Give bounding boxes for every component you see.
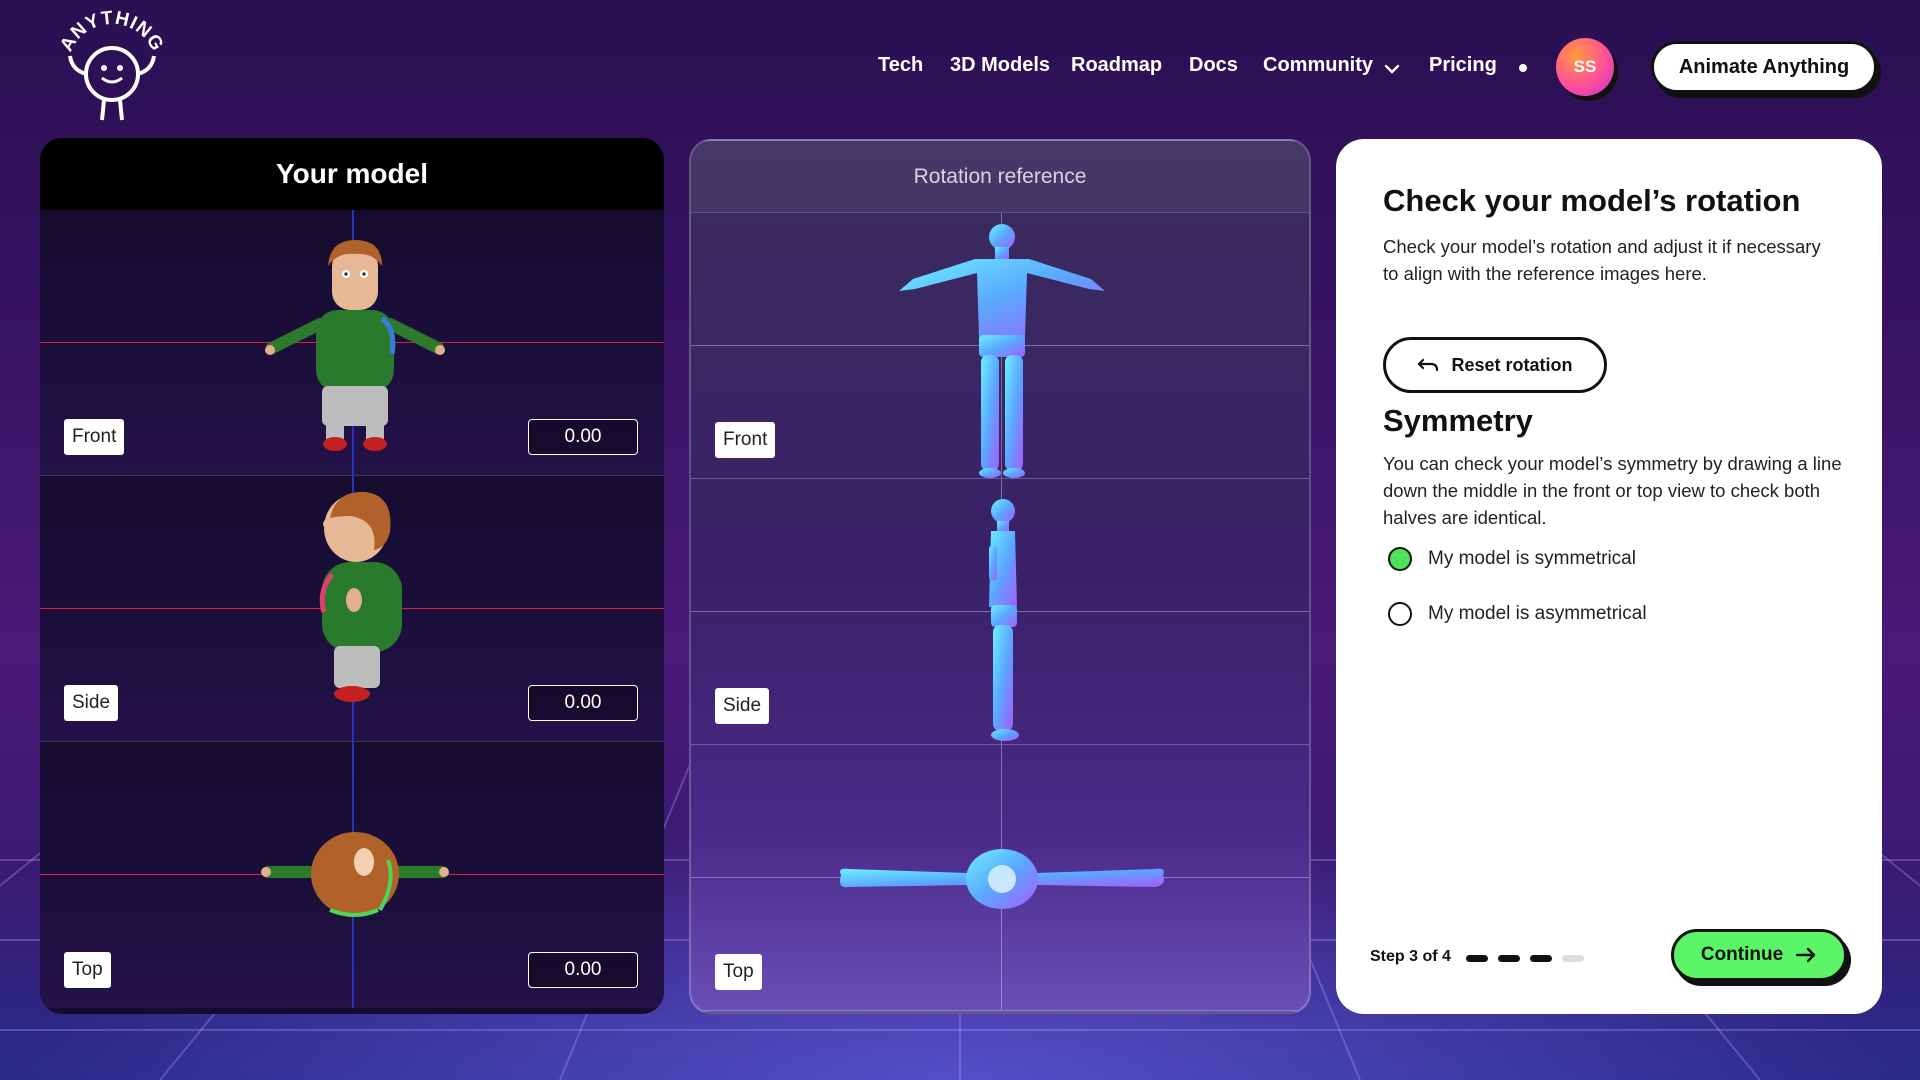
view-label-top: Top (715, 954, 762, 990)
step-dash (1530, 955, 1552, 962)
panel-title: Your model (40, 138, 664, 210)
step-dash (1466, 955, 1488, 962)
step-dash (1498, 955, 1520, 962)
nav-roadmap[interactable]: Roadmap (1071, 54, 1162, 77)
panel-title: Rotation reference (691, 141, 1309, 213)
radio-option-asymmetrical[interactable]: My model is asymmetrical (1388, 602, 1647, 626)
avatar-initials: SS (1573, 57, 1597, 76)
reset-rotation-button[interactable]: Reset rotation (1383, 337, 1607, 393)
model-view-top[interactable]: Top 0.00 (40, 742, 664, 1008)
reference-front-figure (899, 224, 1105, 478)
rotation-heading: Check your model’s rotation (1383, 183, 1801, 218)
rotation-instructions-panel: Check your model’s rotation Check your m… (1336, 139, 1882, 1014)
reference-side-figure (989, 499, 1019, 741)
view-label-front: Front (64, 419, 125, 455)
arrow-right-icon (1795, 947, 1816, 963)
radio-label: My model is symmetrical (1428, 548, 1636, 569)
reference-view-top: Top (691, 745, 1309, 1011)
view-label-side: Side (715, 688, 770, 724)
nav-tech[interactable]: Tech (878, 54, 923, 77)
rotation-input-top[interactable]: 0.00 (528, 952, 638, 988)
character-top-figure (261, 832, 449, 917)
step-progress (1466, 955, 1584, 962)
nav-3d-models[interactable]: 3D Models (950, 54, 1050, 77)
nav-community[interactable]: Community (1263, 54, 1373, 77)
view-label-front: Front (715, 422, 776, 458)
radio-option-symmetrical[interactable]: My model is symmetrical (1388, 547, 1636, 571)
rotation-input-side[interactable]: 0.00 (528, 685, 638, 721)
your-model-panel: Your model Front 0.00 Side 0.00 Top 0.00 (40, 138, 664, 1014)
top-nav: Tech 3D Models Roadmap Docs Community Pr… (0, 42, 1920, 92)
step-indicator: Step 3 of 4 (1370, 948, 1451, 965)
symmetry-description: You can check your model’s symmetry by d… (1383, 453, 1842, 528)
model-view-side[interactable]: Side 0.00 (40, 476, 664, 742)
model-view-front[interactable]: Front 0.00 (40, 210, 664, 476)
nav-pricing[interactable]: Pricing (1429, 54, 1497, 77)
continue-button[interactable]: Continue (1671, 929, 1847, 981)
symmetry-heading: Symmetry (1383, 403, 1533, 438)
character-front-figure (265, 240, 445, 451)
reference-top-figure (840, 849, 1164, 909)
view-label-side: Side (64, 685, 119, 721)
continue-label: Continue (1700, 944, 1784, 965)
radio-selected-icon[interactable] (1388, 547, 1412, 571)
rotation-input-front[interactable]: 0.00 (528, 419, 638, 455)
radio-label: My model is asymmetrical (1428, 603, 1647, 624)
rotation-description: Check your model’s rotation and adjust i… (1383, 236, 1821, 284)
avatar[interactable]: SS (1556, 38, 1614, 96)
radio-unselected-icon[interactable] (1388, 602, 1412, 626)
view-label-top: Top (64, 952, 111, 988)
rotation-reference-panel: Rotation reference Front Side Top (689, 139, 1311, 1014)
status-dot (1519, 64, 1527, 72)
reference-view-front: Front (691, 213, 1309, 479)
character-side-figure (319, 491, 402, 702)
reference-view-side: Side (691, 479, 1309, 745)
reset-rotation-label: Reset rotation (1451, 354, 1573, 375)
animate-anything-button[interactable]: Animate Anything (1651, 41, 1877, 93)
chevron-down-icon[interactable] (1384, 62, 1400, 76)
step-dash (1562, 955, 1584, 962)
undo-icon (1418, 358, 1439, 372)
nav-docs[interactable]: Docs (1189, 54, 1238, 77)
